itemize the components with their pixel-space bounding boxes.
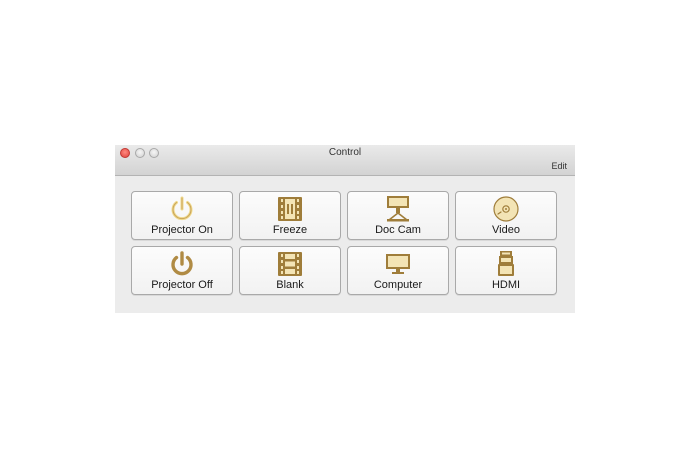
button-label: Freeze (272, 224, 308, 236)
freeze-button[interactable]: Freeze (239, 191, 341, 240)
power-icon (167, 195, 197, 223)
button-label: Computer (373, 279, 423, 291)
disc-icon (491, 195, 521, 223)
button-label: Doc Cam (375, 224, 421, 236)
button-label: Projector On (151, 224, 213, 236)
blank-button[interactable]: Blank (239, 246, 341, 295)
control-window: Control Edit Projector On Freeze Doc Cam… (115, 145, 575, 313)
button-label: HDMI (491, 279, 521, 291)
window-title: Control (328, 147, 362, 158)
hdmi-connector-icon (491, 250, 521, 278)
power-icon (167, 250, 197, 278)
button-label: Video (492, 224, 520, 236)
computer-button[interactable]: Computer (347, 246, 449, 295)
hdmi-button[interactable]: HDMI (455, 246, 557, 295)
title-bar[interactable]: Control Edit (115, 145, 575, 176)
doc-cam-button[interactable]: Doc Cam (347, 191, 449, 240)
button-label: Blank (276, 279, 304, 291)
video-button[interactable]: Video (455, 191, 557, 240)
button-label: Projector Off (151, 279, 213, 291)
monitor-icon (383, 250, 413, 278)
projector-on-button[interactable]: Projector On (131, 191, 233, 240)
document-camera-icon (383, 195, 413, 223)
freeze-film-icon (275, 195, 305, 223)
edit-button[interactable]: Edit (551, 161, 567, 171)
film-strip-icon (275, 250, 305, 278)
control-button-grid: Projector On Freeze Doc Cam Video Projec… (131, 191, 559, 295)
projector-off-button[interactable]: Projector Off (131, 246, 233, 295)
